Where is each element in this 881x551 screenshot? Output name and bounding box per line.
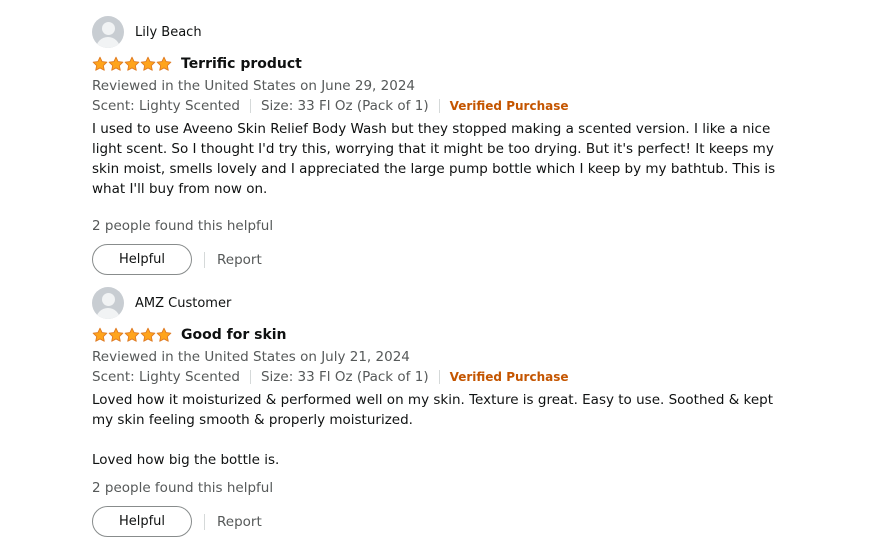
avatar	[92, 287, 124, 319]
divider	[249, 370, 251, 384]
review-paragraph: Loved how it moisturized & performed wel…	[92, 392, 774, 428]
divider	[249, 99, 251, 113]
review-date: Reviewed in the United States on June 29…	[92, 78, 415, 94]
review-body: Loved how it moisturized & performed wel…	[92, 390, 782, 470]
divider	[204, 513, 205, 530]
variant-size[interactable]: Size: 33 Fl Oz (Pack of 1)	[261, 98, 429, 114]
review-paragraph: I used to use Aveeno Skin Relief Body Wa…	[92, 121, 776, 197]
star-rating[interactable]	[92, 327, 172, 343]
reviewer-name[interactable]: AMZ Customer	[135, 296, 231, 311]
helpful-button[interactable]: Helpful	[92, 506, 192, 537]
star-icon	[140, 327, 156, 342]
star-icon	[156, 327, 172, 342]
report-link[interactable]: Report	[217, 514, 262, 530]
reviewer-name[interactable]: Lily Beach	[135, 25, 202, 40]
product-variant: Scent: Lighty Scented Size: 33 Fl Oz (Pa…	[92, 367, 792, 387]
variant-size[interactable]: Size: 33 Fl Oz (Pack of 1)	[261, 369, 429, 385]
helpful-button[interactable]: Helpful	[92, 244, 192, 275]
star-icon	[156, 56, 172, 71]
reviewer-profile[interactable]: Lily Beach	[92, 16, 792, 48]
review-card: Lily Beach Terrific product Reviewed in …	[92, 16, 792, 275]
review-body: I used to use Aveeno Skin Relief Body Wa…	[92, 119, 782, 199]
review-paragraph: Loved how big the bottle is.	[92, 452, 280, 468]
reviewer-profile[interactable]: AMZ Customer	[92, 287, 792, 319]
divider	[204, 251, 205, 268]
star-icon	[124, 327, 140, 342]
variant-scent[interactable]: Scent: Lighty Scented	[92, 369, 240, 385]
star-icon	[108, 327, 124, 342]
review-title[interactable]: Terrific product	[181, 56, 302, 72]
star-icon	[108, 56, 124, 71]
variant-scent[interactable]: Scent: Lighty Scented	[92, 98, 240, 114]
verified-purchase-badge: Verified Purchase	[449, 370, 569, 384]
avatar	[92, 16, 124, 48]
review-date: Reviewed in the United States on July 21…	[92, 349, 410, 365]
star-icon	[92, 327, 108, 342]
star-rating[interactable]	[92, 56, 172, 72]
star-icon	[140, 56, 156, 71]
report-link[interactable]: Report	[217, 252, 262, 268]
verified-purchase-badge: Verified Purchase	[449, 99, 569, 113]
review-title[interactable]: Good for skin	[181, 327, 287, 343]
helpful-count: 2 people found this helpful	[92, 218, 274, 234]
product-variant: Scent: Lighty Scented Size: 33 Fl Oz (Pa…	[92, 96, 792, 116]
star-icon	[124, 56, 140, 71]
review-actions: Helpful Report	[92, 244, 792, 275]
review-actions: Helpful Report	[92, 506, 792, 537]
review-card: AMZ Customer Good for skin Reviewed in t…	[92, 287, 792, 537]
divider	[438, 370, 440, 384]
star-icon	[92, 56, 108, 71]
divider	[438, 99, 440, 113]
helpful-count: 2 people found this helpful	[92, 480, 274, 496]
